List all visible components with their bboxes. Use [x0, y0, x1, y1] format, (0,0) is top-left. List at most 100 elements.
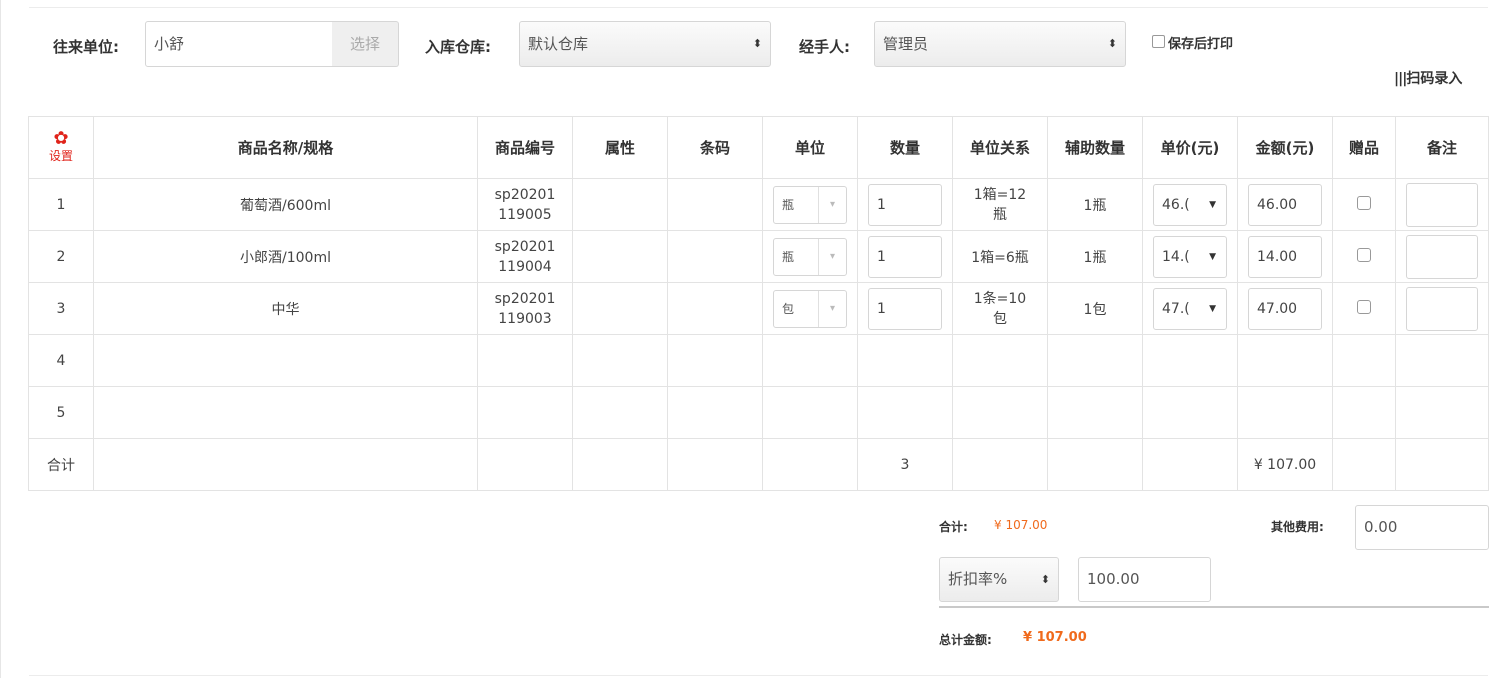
- other-fee-input[interactable]: 0.00: [1355, 505, 1489, 550]
- table-total-row: 合计 3 ¥ 107.00: [28, 438, 1489, 491]
- chevron-down-icon: ▾: [818, 290, 846, 327]
- warehouse-value: 默认仓库: [528, 35, 589, 53]
- gift-checkbox[interactable]: [1357, 247, 1371, 262]
- gift-checkbox[interactable]: [1357, 299, 1371, 314]
- remark-cell: [1395, 178, 1489, 231]
- product-code: sp20201 119003: [477, 282, 573, 335]
- col-header-name: 商品名称/规格: [93, 116, 478, 179]
- price-cell: 14.(▼: [1142, 230, 1238, 283]
- unit-select[interactable]: 瓶 ▾: [773, 237, 847, 276]
- gift-checkbox[interactable]: [1357, 195, 1371, 210]
- select-caret-icon: ⬍: [1040, 573, 1050, 586]
- product-barcode: [667, 230, 763, 283]
- warehouse-label: 入库仓库:: [425, 38, 491, 56]
- select-partner-button[interactable]: 选择: [332, 21, 399, 67]
- product-table: ✿ 设置 商品名称/规格 商品编号 属性 条码 单位 数量 单位关系 辅助数量 …: [28, 116, 1489, 491]
- unit-relation: 1箱=6瓶: [952, 230, 1048, 283]
- select-caret-icon: ⬍: [1107, 37, 1117, 50]
- top-divider: [29, 7, 1488, 8]
- amount-cell: 47.00: [1237, 282, 1333, 335]
- row-number: 3: [28, 282, 94, 335]
- qty-input[interactable]: 1: [868, 235, 942, 278]
- select-caret-icon: ⬍: [752, 37, 762, 50]
- col-header-unit: 单位: [762, 116, 858, 179]
- gift-cell: [1332, 282, 1396, 335]
- bottom-divider: [29, 675, 1488, 676]
- product-attr: [572, 230, 668, 283]
- discount-type-value: 折扣率%: [948, 570, 1008, 588]
- unit-select[interactable]: 包 ▾: [773, 289, 847, 328]
- remark-input[interactable]: [1406, 182, 1478, 227]
- table-header-row: ✿ 设置 商品名称/规格 商品编号 属性 条码 单位 数量 单位关系 辅助数量 …: [28, 116, 1489, 179]
- table-row: 3 中华 sp20201 119003 包 ▾ 1 1条=10 包 1包 47.(▼ …: [28, 282, 1489, 335]
- scan-entry-button[interactable]: |||扫码录入: [1394, 68, 1462, 88]
- purchase-form: 往来单位: 小舒 选择 入库仓库: 默认仓库 ⬍ 经手人: 管理员 ⬍ 保存后打…: [0, 0, 1500, 678]
- price-cell: 47.(▼: [1142, 282, 1238, 335]
- aux-qty: 1瓶: [1047, 178, 1143, 231]
- price-select[interactable]: 14.(▼: [1153, 235, 1227, 278]
- scan-entry-label: 扫码录入: [1406, 71, 1463, 87]
- total-amount: ¥ 107.00: [1237, 438, 1333, 491]
- product-attr: [572, 178, 668, 231]
- grand-total-value: ¥ 107.00: [1023, 630, 1087, 645]
- partner-input[interactable]: 小舒: [145, 21, 333, 67]
- col-header-price: 单价(元): [1142, 116, 1238, 179]
- remark-input[interactable]: [1406, 286, 1478, 331]
- summary-total-label: 合计:: [939, 520, 968, 534]
- chevron-down-icon: ▼: [1209, 303, 1216, 314]
- col-header-unit-rel: 单位关系: [952, 116, 1048, 179]
- chevron-down-icon: ▼: [1209, 251, 1216, 262]
- qty-input[interactable]: 1: [868, 183, 942, 226]
- table-row: 5: [28, 386, 1489, 439]
- print-after-save-checkbox[interactable]: [1152, 35, 1165, 48]
- settings-button[interactable]: ✿ 设置: [28, 116, 94, 179]
- remark-cell: [1395, 230, 1489, 283]
- gift-cell: [1332, 230, 1396, 283]
- remark-input[interactable]: [1406, 234, 1478, 279]
- table-row: 1 葡萄酒/600ml sp20201 119005 瓶 ▾ 1 1箱=12 瓶 1瓶…: [28, 178, 1489, 231]
- amount-input[interactable]: 14.00: [1248, 235, 1322, 278]
- amount-input[interactable]: 47.00: [1248, 287, 1322, 330]
- row-number: 1: [28, 178, 94, 231]
- handler-label: 经手人:: [799, 38, 850, 56]
- aux-qty: 1瓶: [1047, 230, 1143, 283]
- unit-select[interactable]: 瓶 ▾: [773, 185, 847, 224]
- col-header-remark: 备注: [1395, 116, 1489, 179]
- unit-cell: 瓶 ▾: [762, 178, 858, 231]
- chevron-down-icon: ▼: [1209, 199, 1216, 210]
- product-name: 葡萄酒/600ml: [93, 178, 478, 231]
- qty-cell: 1: [857, 282, 953, 335]
- col-header-amount: 金额(元): [1237, 116, 1333, 179]
- gift-cell: [1332, 178, 1396, 231]
- qty-cell: 1: [857, 230, 953, 283]
- chevron-down-icon: ▾: [818, 238, 846, 275]
- product-attr: [572, 282, 668, 335]
- total-qty: 3: [857, 438, 953, 491]
- discount-type-select[interactable]: 折扣率% ⬍: [939, 557, 1059, 602]
- table-row: 2 小郎酒/100ml sp20201 119004 瓶 ▾ 1 1箱=6瓶 1瓶 …: [28, 230, 1489, 283]
- print-after-save-label: 保存后打印: [1168, 37, 1234, 52]
- total-label: 合计: [28, 438, 94, 491]
- qty-cell: 1: [857, 178, 953, 231]
- unit-cell: 瓶 ▾: [762, 230, 858, 283]
- qty-input[interactable]: 1: [868, 287, 942, 330]
- discount-rate-input[interactable]: 100.00: [1078, 557, 1211, 602]
- price-select[interactable]: 46.(▼: [1153, 183, 1227, 226]
- price-cell: 46.(▼: [1142, 178, 1238, 231]
- amount-cell: 46.00: [1237, 178, 1333, 231]
- product-code: sp20201 119005: [477, 178, 573, 231]
- warehouse-select[interactable]: 默认仓库 ⬍: [519, 21, 771, 67]
- other-fee-label: 其他费用:: [1271, 520, 1324, 534]
- product-barcode: [667, 178, 763, 231]
- product-barcode: [667, 282, 763, 335]
- summary-divider: [939, 606, 1489, 608]
- grand-total-label: 总计金额:: [939, 633, 992, 647]
- table-row: 4: [28, 334, 1489, 387]
- row-number: 4: [28, 334, 94, 387]
- col-header-code: 商品编号: [477, 116, 573, 179]
- amount-input[interactable]: 46.00: [1248, 183, 1322, 226]
- handler-select[interactable]: 管理员 ⬍: [874, 21, 1126, 67]
- product-name: 中华: [93, 282, 478, 335]
- price-select[interactable]: 47.(▼: [1153, 287, 1227, 330]
- chevron-down-icon: ▾: [818, 186, 846, 223]
